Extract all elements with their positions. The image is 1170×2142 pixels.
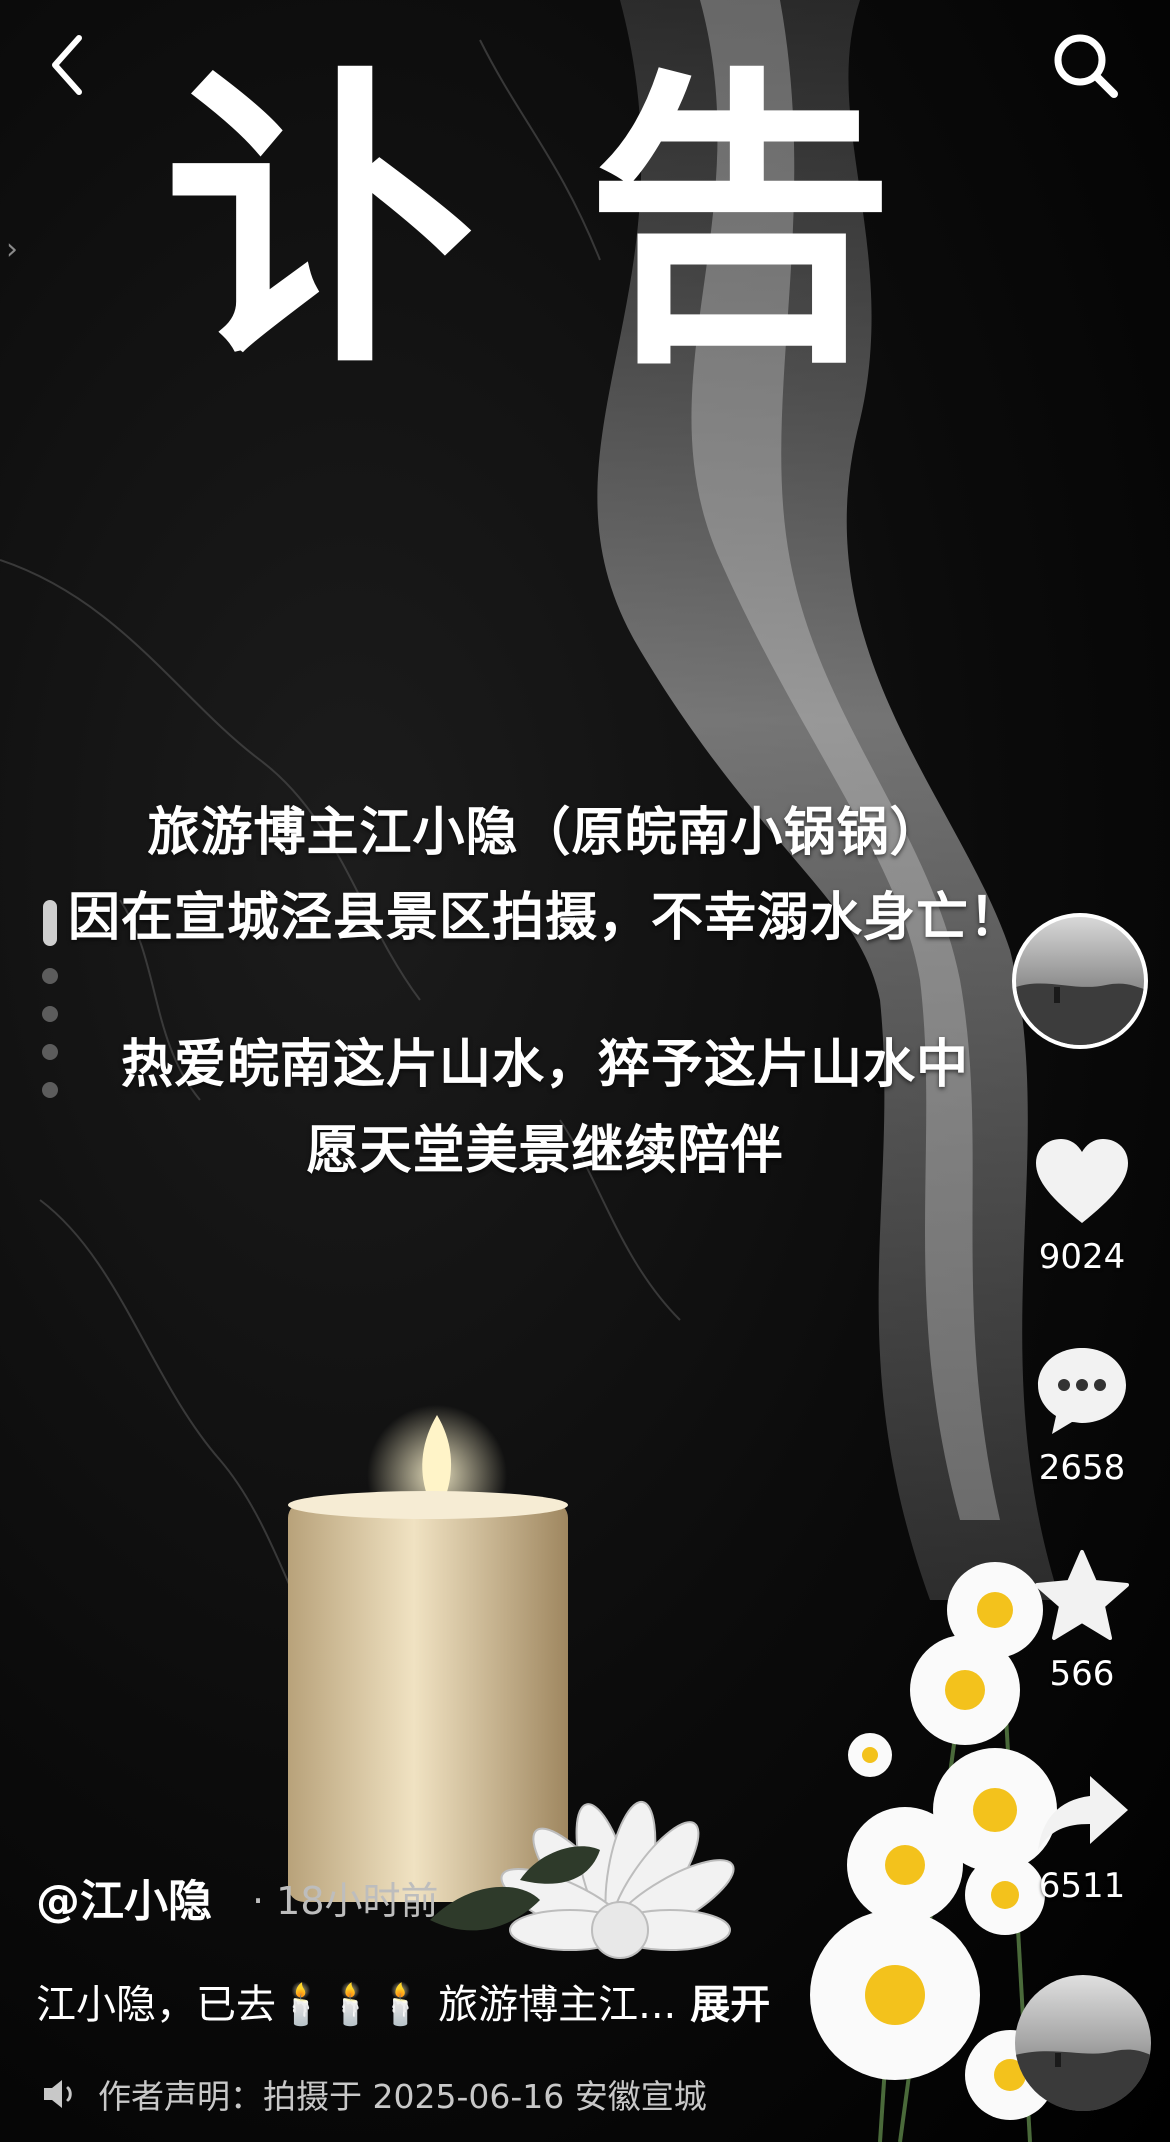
carousel-dot — [42, 1082, 58, 1098]
like-count: 9024 — [1038, 1237, 1126, 1277]
carousel-dot-active — [43, 900, 57, 946]
like-button[interactable]: 9024 — [1020, 1135, 1144, 1277]
share-button[interactable]: 6511 — [1020, 1770, 1144, 1906]
favorite-count: 566 — [1049, 1654, 1115, 1694]
music-disc[interactable] — [1015, 1975, 1151, 2111]
star-icon — [1035, 1550, 1129, 1640]
post-caption[interactable]: 江小隐，已去🕯️🕯️🕯️ 旅游博主江... 展开 — [36, 1972, 770, 2030]
notice-line-4: 愿天堂美景继续陪伴 — [306, 1121, 784, 1181]
comment-icon — [1038, 1348, 1126, 1434]
share-icon — [1038, 1776, 1128, 1850]
notice-line-3: 热爱皖南这片山水，猝予这片山水中 — [120, 1035, 969, 1095]
video-player-screen[interactable]: › 讣告 旅游博主江小隐（原皖南小锅锅） 因在宣城泾县景区拍摄，不幸溺水身亡！ … — [0, 0, 1170, 2142]
carousel-indicator — [40, 900, 60, 1120]
post-time-text: 18小时前 — [276, 1879, 439, 1923]
expand-link[interactable]: 展开 — [690, 1982, 770, 2028]
carousel-dot — [42, 1006, 58, 1022]
comment-button[interactable]: 2658 — [1020, 1342, 1144, 1488]
author-name[interactable]: @江小隐 — [36, 1865, 212, 1929]
carousel-dot — [42, 1044, 58, 1060]
speaker-icon — [44, 2080, 72, 2108]
notice-line-1: 旅游博主江小隐（原皖南小锅锅） — [147, 803, 943, 863]
carousel-dot — [42, 968, 58, 984]
author-declaration: 作者声明：拍摄于 2025-06-16 安徽宣城 — [40, 2070, 707, 2118]
heart-icon — [1036, 1139, 1128, 1223]
author-avatar[interactable] — [1012, 913, 1148, 1049]
music-disc-image — [1015, 2049, 1151, 2111]
post-time: · 18小时前 — [252, 1879, 439, 1923]
share-count: 6511 — [1038, 1866, 1126, 1906]
caption-text: 江小隐，已去🕯️🕯️🕯️ 旅游博主江... — [36, 1982, 677, 2028]
obituary-title: 讣告 — [165, 44, 1005, 405]
notice-line-2: 因在宣城泾县景区拍摄，不幸溺水身亡！ — [67, 888, 1022, 948]
comment-count: 2658 — [1038, 1448, 1126, 1488]
avatar-landscape-image — [1016, 983, 1144, 1045]
favorite-button[interactable]: 566 — [1020, 1548, 1144, 1694]
declaration-text: 作者声明：拍摄于 2025-06-16 安徽宣城 — [98, 2077, 707, 2116]
